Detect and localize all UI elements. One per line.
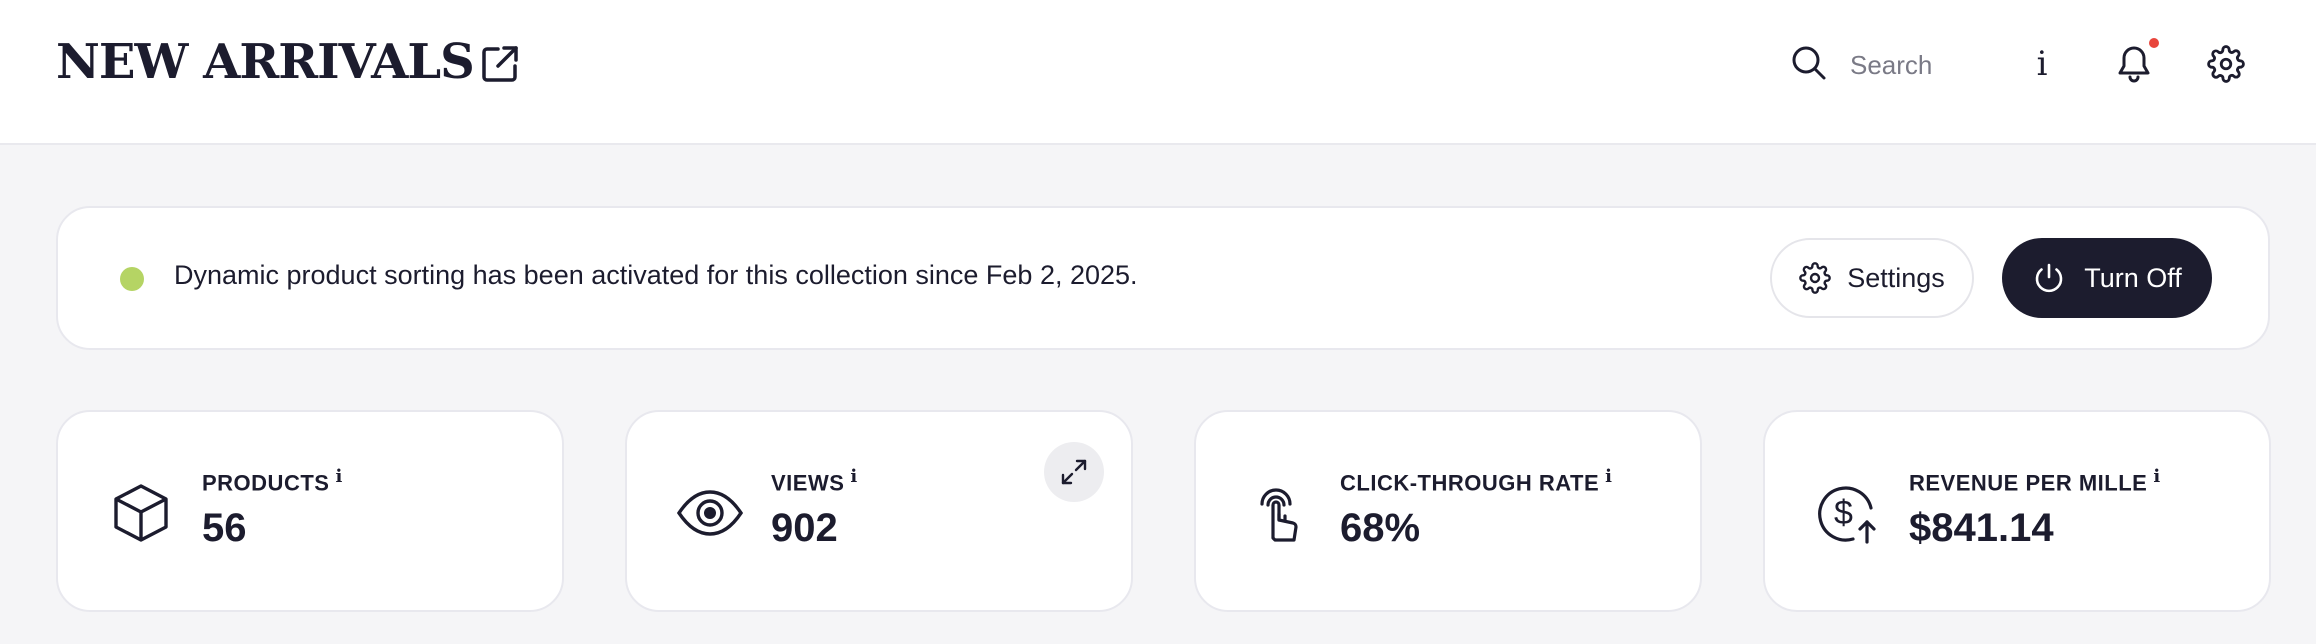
- top-bar: NEW ARRIVALS Search i: [0, 0, 2316, 145]
- turn-off-button[interactable]: Turn Off: [2002, 238, 2212, 318]
- expand-button[interactable]: [1044, 442, 1104, 502]
- metric-label: REVENUE PER MILLE i: [1909, 466, 2161, 496]
- metric-label: VIEWS i: [771, 466, 858, 496]
- eye-icon: [675, 478, 745, 548]
- metric-card-ctr: CLICK-THROUGH RATE i 68%: [1194, 410, 1702, 612]
- box-icon: [106, 478, 176, 548]
- metric-card-rpm: $ REVENUE PER MILLE i $841.14: [1763, 410, 2271, 612]
- gear-icon: [1799, 262, 1832, 294]
- status-banner: Dynamic product sorting has been activat…: [56, 206, 2270, 350]
- notification-badge: [2149, 38, 2159, 48]
- info-icon[interactable]: i: [1605, 466, 1612, 487]
- pointer-tap-icon: [1244, 478, 1314, 548]
- bell-icon[interactable]: [2114, 44, 2154, 84]
- info-icon[interactable]: i: [2153, 466, 2160, 487]
- dollar-arrow-icon: $: [1813, 478, 1883, 548]
- metric-card-products: PRODUCTS i 56: [56, 410, 564, 612]
- page-title: NEW ARRIVALS: [56, 34, 475, 90]
- gear-icon[interactable]: [2206, 44, 2246, 84]
- metric-value: 902: [771, 506, 838, 550]
- info-icon[interactable]: i: [2022, 44, 2062, 84]
- settings-button-label: Settings: [1847, 262, 1945, 293]
- info-icon[interactable]: i: [850, 466, 857, 487]
- search-icon: [1790, 44, 1828, 87]
- expand-icon: [1059, 457, 1089, 487]
- info-icon[interactable]: i: [335, 466, 342, 487]
- banner-message: Dynamic product sorting has been activat…: [174, 260, 1138, 290]
- search-field[interactable]: Search: [1790, 40, 1970, 90]
- svg-text:$: $: [1834, 494, 1853, 532]
- metric-card-views: VIEWS i 902: [625, 410, 1133, 612]
- metric-label: CLICK-THROUGH RATE i: [1340, 466, 1613, 496]
- power-icon: [2032, 261, 2066, 295]
- metric-label: PRODUCTS i: [202, 466, 343, 496]
- metric-value: $841.14: [1909, 506, 2054, 550]
- status-indicator: [120, 267, 144, 291]
- turn-off-button-label: Turn Off: [2084, 262, 2182, 293]
- settings-button[interactable]: Settings: [1770, 238, 1974, 318]
- metric-value: 68%: [1340, 506, 1421, 550]
- search-input[interactable]: Search: [1850, 50, 1932, 81]
- external-link-icon[interactable]: [476, 40, 524, 88]
- metric-value: 56: [202, 506, 247, 550]
